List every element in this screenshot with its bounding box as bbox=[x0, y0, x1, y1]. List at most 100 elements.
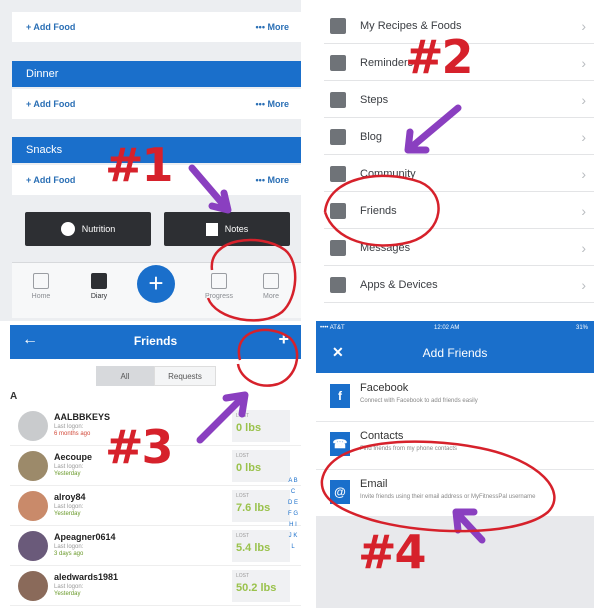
quick-add-button[interactable]: + bbox=[137, 265, 175, 303]
lost-label: LOST bbox=[236, 573, 250, 579]
notes-label: Notes bbox=[224, 224, 249, 234]
lost-label: LOST bbox=[236, 493, 250, 499]
chevron-right-icon: › bbox=[581, 17, 586, 34]
more-link[interactable]: ••• More bbox=[256, 99, 289, 109]
menu-item-label: Friends bbox=[360, 204, 397, 217]
friends-header: ← Friends + bbox=[10, 325, 301, 359]
link-icon bbox=[330, 276, 346, 293]
last-logon-label: Last logon: bbox=[54, 504, 84, 510]
menu-item-label: Steps bbox=[360, 93, 389, 106]
add-option-email[interactable]: @ Email Invite friends using their email a… bbox=[316, 469, 594, 518]
friend-name: alroy84 bbox=[54, 492, 86, 502]
friend-name: aledwards1981 bbox=[54, 572, 119, 582]
more-dots-icon bbox=[263, 273, 279, 289]
section-header: A bbox=[10, 391, 18, 402]
menu-item-community[interactable]: Community › bbox=[324, 156, 594, 192]
option-description: Connect with Facebook to add friends eas… bbox=[360, 398, 478, 404]
list-item[interactable]: aledwards1981 Last logon: Yesterday LOST 50.… bbox=[10, 567, 301, 606]
last-logon-value: Yesterday bbox=[54, 591, 81, 597]
avatar bbox=[18, 531, 48, 561]
menu-item-steps[interactable]: Steps › bbox=[324, 82, 594, 118]
chevron-right-icon: › bbox=[581, 239, 586, 256]
menu-item-apps-devices[interactable]: Apps & Devices › bbox=[324, 267, 594, 303]
chat-icon bbox=[330, 165, 346, 182]
annotation-1: #1 bbox=[105, 138, 174, 192]
list-item[interactable]: alroy84 Last logon: Yesterday LOST 7.6 lbs bbox=[10, 487, 301, 526]
alarm-clock-icon bbox=[330, 54, 346, 71]
tab-progress[interactable]: Progress bbox=[196, 273, 242, 300]
dinner-add-row: + Add Food ••• More bbox=[12, 89, 301, 119]
footsteps-icon bbox=[330, 91, 346, 108]
last-logon-label: Last logon: bbox=[54, 584, 84, 590]
friend-name: Apeagner0614 bbox=[54, 532, 116, 542]
menu-item-label: Apps & Devices bbox=[360, 278, 438, 291]
email-at-icon: @ bbox=[330, 480, 350, 504]
list-item[interactable]: Apeagner0614 Last logon: 3 days ago LOST 5.4… bbox=[10, 527, 301, 566]
lost-value: 0 lbs bbox=[236, 462, 262, 474]
annotation-4: #4 bbox=[358, 525, 427, 579]
lost-value: 0 lbs bbox=[236, 422, 262, 434]
add-food-link[interactable]: + Add Food bbox=[26, 175, 75, 185]
lost-label: LOST bbox=[236, 533, 250, 539]
chevron-right-icon: › bbox=[581, 276, 586, 293]
last-logon-label: Last logon: bbox=[54, 544, 84, 550]
chevron-right-icon: › bbox=[581, 202, 586, 219]
tab-all[interactable]: All bbox=[96, 366, 154, 386]
lost-value: 7.6 lbs bbox=[236, 502, 271, 514]
tab-more[interactable]: More bbox=[248, 273, 294, 300]
tab-home[interactable]: Home bbox=[18, 273, 64, 300]
option-title: Email bbox=[360, 478, 388, 490]
people-icon bbox=[330, 202, 346, 219]
nutrition-button[interactable]: Nutrition bbox=[25, 212, 151, 246]
clock-label: 12:02 AM bbox=[434, 325, 460, 331]
more-link[interactable]: ••• More bbox=[256, 175, 289, 185]
option-title: Contacts bbox=[360, 430, 404, 442]
avatar bbox=[18, 451, 48, 481]
last-logon-value: 3 days ago bbox=[54, 551, 84, 557]
weight-lost-badge: LOST 50.2 lbs bbox=[232, 570, 290, 602]
status-bar: •••• AT&T 12:02 AM 31% bbox=[316, 321, 594, 335]
avatar bbox=[18, 411, 48, 441]
contacts-book-icon: ☎ bbox=[330, 432, 350, 456]
menu-item-messages[interactable]: Messages › bbox=[324, 230, 594, 266]
nutrition-label: Nutrition bbox=[81, 224, 116, 234]
annotation-2: #2 bbox=[405, 30, 474, 84]
lost-label: LOST bbox=[236, 413, 250, 419]
add-food-link[interactable]: + Add Food bbox=[26, 22, 75, 32]
home-icon bbox=[33, 273, 49, 289]
option-title: Facebook bbox=[360, 382, 409, 394]
option-description: Invite friends using their email address… bbox=[360, 494, 536, 500]
facebook-icon: f bbox=[330, 384, 350, 408]
pie-chart-icon bbox=[60, 222, 75, 236]
menu-item-friends[interactable]: Friends › bbox=[324, 193, 594, 229]
tab-requests[interactable]: Requests bbox=[154, 366, 216, 386]
menu-item-label: Community bbox=[360, 167, 416, 180]
add-friends-title: Add Friends bbox=[422, 346, 488, 360]
add-friend-button[interactable]: + bbox=[278, 329, 289, 350]
add-friends-header: ✕ Add Friends bbox=[316, 335, 594, 373]
notes-button[interactable]: Notes bbox=[164, 212, 290, 246]
weight-lost-badge: LOST 0 lbs bbox=[232, 450, 290, 482]
add-food-link[interactable]: + Add Food bbox=[26, 99, 75, 109]
lost-label: LOST bbox=[236, 453, 250, 459]
breakfast-add-row: + Add Food ••• More bbox=[12, 12, 301, 42]
weight-lost-badge: LOST 7.6 lbs bbox=[232, 490, 290, 522]
menu-item-blog[interactable]: Blog › bbox=[324, 119, 594, 155]
weight-lost-badge: LOST 5.4 lbs bbox=[232, 530, 290, 562]
add-option-facebook[interactable]: f Facebook Connect with Facebook to add fr… bbox=[316, 373, 594, 422]
friends-title: Friends bbox=[133, 334, 178, 348]
tab-diary[interactable]: Diary bbox=[76, 273, 122, 300]
chart-icon bbox=[211, 273, 227, 289]
last-logon-value: Yesterday bbox=[54, 471, 81, 477]
lost-value: 50.2 lbs bbox=[236, 582, 277, 594]
chevron-right-icon: › bbox=[581, 165, 586, 182]
add-option-contacts[interactable]: ☎ Contacts Find friends from my phone cont… bbox=[316, 421, 594, 470]
battery-label: 31% bbox=[575, 325, 588, 331]
last-logon-value: Yesterday bbox=[54, 511, 81, 517]
alphabet-index[interactable]: A B C D E F G H I J K L bbox=[288, 476, 298, 553]
menu-item-label: Messages bbox=[360, 241, 411, 254]
mail-icon bbox=[330, 239, 346, 256]
notes-icon bbox=[205, 222, 218, 236]
more-link[interactable]: ••• More bbox=[256, 22, 289, 32]
menu-item-label: Blog bbox=[360, 130, 383, 143]
